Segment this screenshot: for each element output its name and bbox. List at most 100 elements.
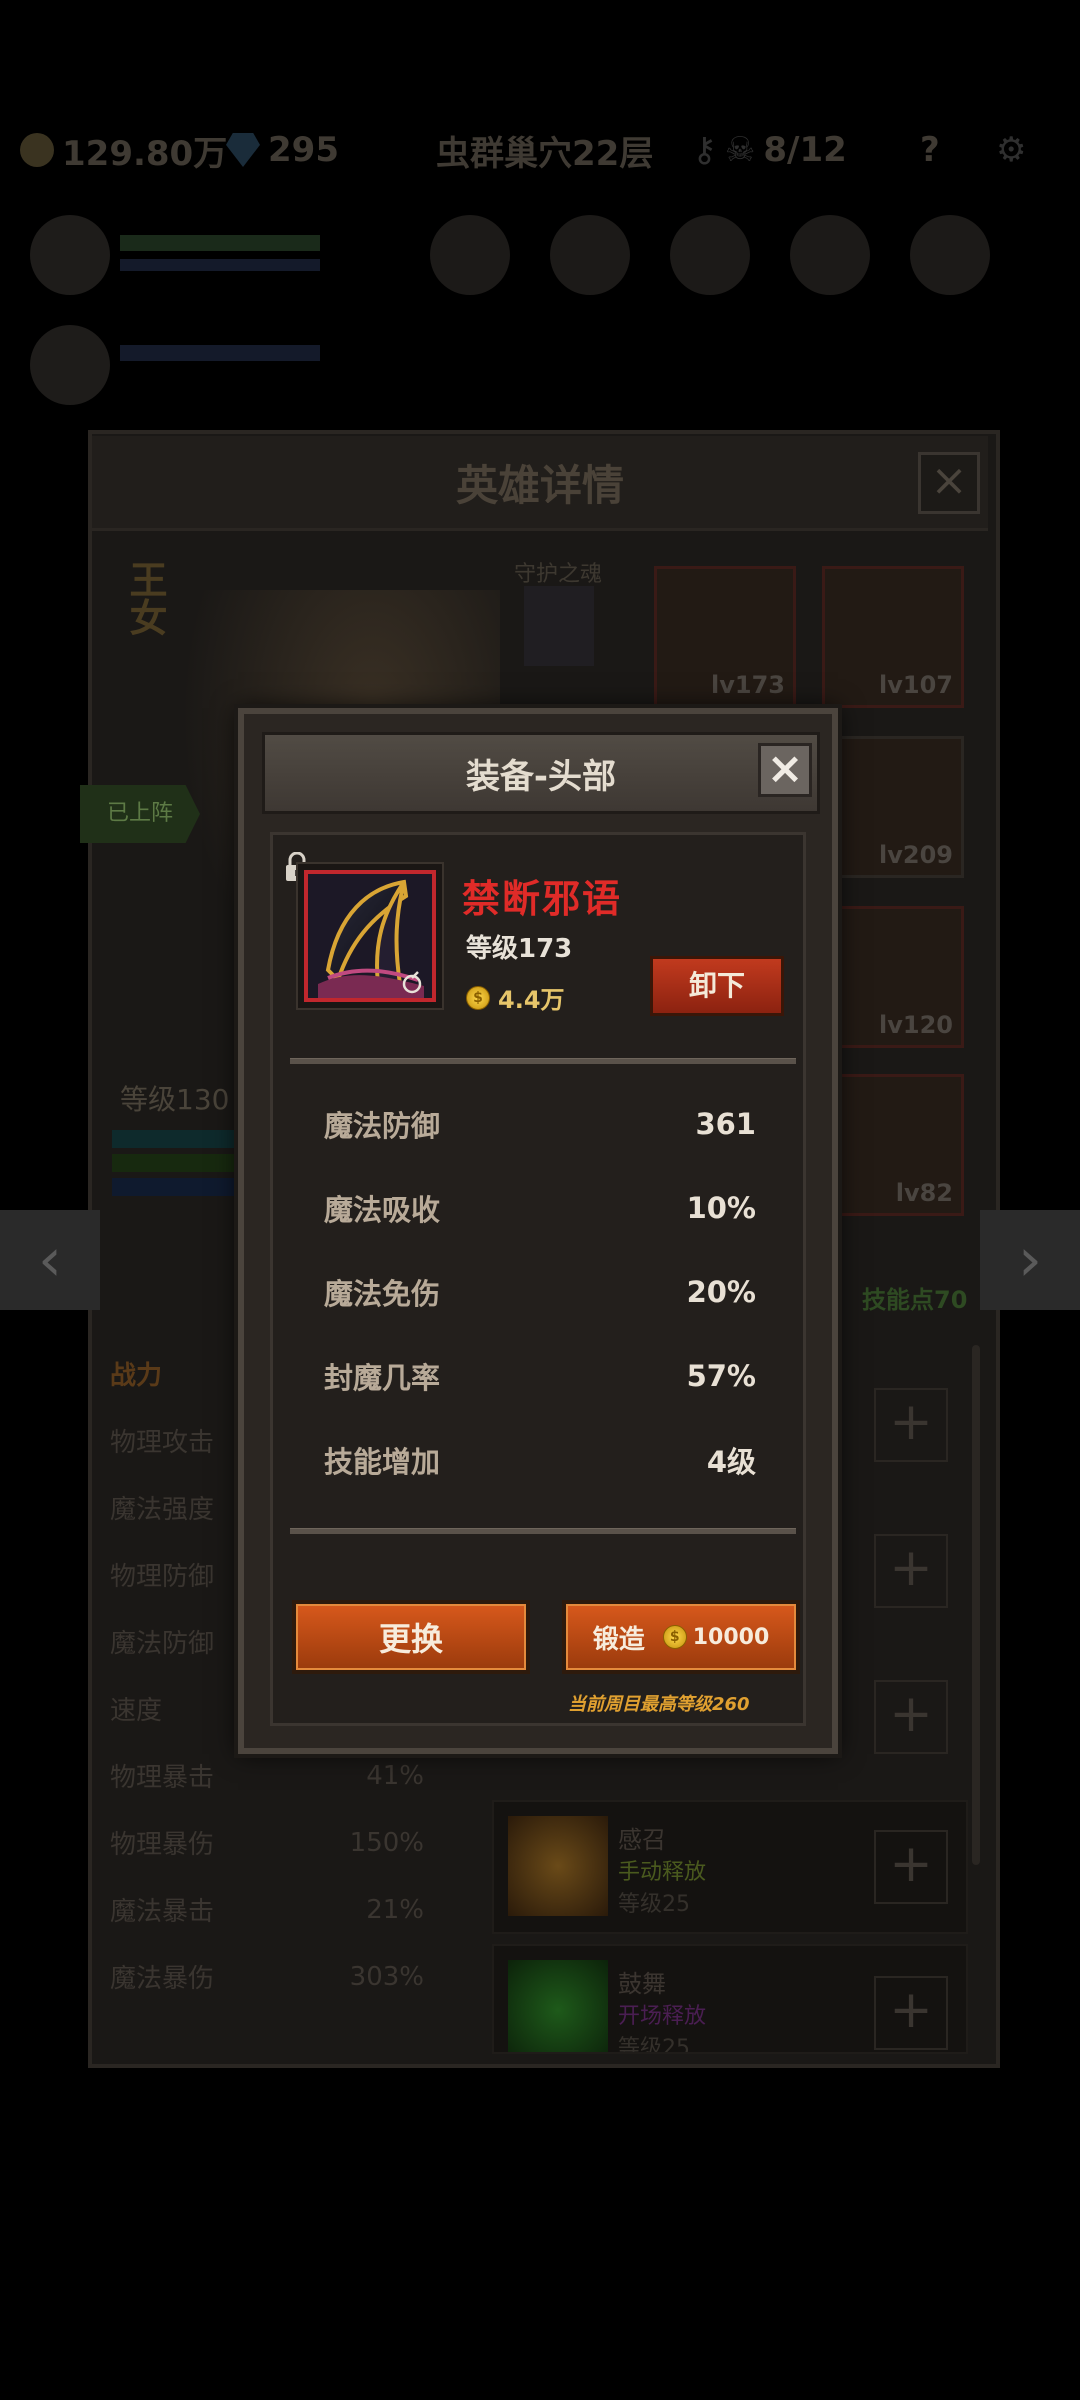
enemy-portrait[interactable] [430, 215, 510, 295]
stat-label: 物理防御 [110, 1562, 215, 1592]
inspire-skill-icon [508, 1960, 608, 2052]
gold-counter: 129.80万 [20, 126, 227, 175]
item-price: $ 4.4万 [466, 980, 565, 1015]
stat-value: 4级 [706, 1445, 756, 1479]
party-row [30, 215, 1070, 435]
enemy-portrait[interactable] [550, 215, 630, 295]
forge-label: 锻造 [592, 1624, 645, 1655]
summon-skill-icon [508, 1816, 608, 1916]
item-stat-row: 魔法免伤 20% [324, 1272, 756, 1312]
equip-level: lv173 [711, 671, 785, 699]
close-icon: × [766, 743, 804, 794]
stat-label: 物理暴击 [110, 1763, 215, 1793]
swap-button[interactable]: 更换 [292, 1600, 530, 1674]
item-stat-row: 技能增加 4级 [324, 1440, 756, 1480]
skill-points: 技能点70 [862, 1286, 968, 1314]
stat-value: 361 [695, 1107, 756, 1141]
equip-slot-body[interactable]: lv209 [822, 736, 964, 878]
skill-level: 等级25 [618, 1892, 690, 1917]
bar-green [112, 1154, 242, 1172]
skill-upgrade-button[interactable]: + [874, 1830, 948, 1904]
stat-label: 封魔几率 [324, 1361, 441, 1395]
divider-bottom [290, 1528, 796, 1534]
guardian-soul-label: 守护之魂 [514, 562, 603, 587]
max-level-note: 当前周目最高等级260 [568, 1694, 750, 1715]
guardian-soul-icon[interactable] [524, 586, 594, 666]
hood-icon [304, 870, 436, 1002]
bar-cyan [112, 1130, 242, 1148]
stat-label: 魔法强度 [110, 1495, 215, 1525]
skill-level: 等级25 [618, 2036, 690, 2054]
stat-value: 57% [686, 1359, 756, 1393]
item-level: 等级173 [466, 934, 573, 964]
stat-value: 303% [349, 1961, 424, 1992]
stat-value: 150% [349, 1827, 424, 1858]
stat-value: 20% [686, 1275, 756, 1309]
equip-slot-head[interactable]: lv173 [654, 566, 796, 708]
key-icon: ⚷ [692, 130, 717, 170]
help-button[interactable]: ? [920, 130, 940, 170]
modal-title: 装备-头部 [262, 732, 820, 814]
item-stat-row: 魔法防御 361 [324, 1104, 756, 1144]
equip-slot-accessory[interactable]: lv107 [822, 566, 964, 708]
hero-portrait[interactable] [30, 325, 110, 405]
skill-upgrade-button[interactable]: + [874, 1976, 948, 2050]
stat-label: 速度 [110, 1696, 163, 1726]
hero-mp-bar [120, 259, 320, 271]
stat-label: 魔法吸收 [324, 1193, 441, 1227]
deployed-badge: 已上阵 [80, 785, 200, 843]
hero-hp-bar [120, 235, 320, 251]
stats-header-label: 战力 [110, 1361, 163, 1391]
resource-bar: 129.80万 295 虫群巢穴22层 ⚷ ☠ 8/12 ? ⚙ [0, 115, 1080, 185]
location-label[interactable]: 虫群巢穴22层 [436, 126, 653, 175]
hero-detail-title: 英雄详情 [92, 436, 988, 531]
forge-cost-value: 10000 [692, 1624, 770, 1650]
skill-mode: 手动释放 [618, 1860, 707, 1885]
hero-detail-close-button[interactable]: × [918, 452, 980, 514]
stat-value: 41% [366, 1760, 424, 1791]
gem-amount: 295 [268, 130, 339, 170]
gold-amount: 129.80万 [62, 133, 228, 174]
enemy-portrait[interactable] [670, 215, 750, 295]
gold-coin-icon [20, 133, 54, 167]
key-counter: ⚷ ☠ 8/12 [692, 130, 847, 170]
stat-label: 物理暴伤 [110, 1830, 215, 1860]
stat-label: 魔法防御 [110, 1629, 215, 1659]
modal-close-button[interactable]: × [758, 743, 812, 797]
enemy-portrait[interactable] [910, 215, 990, 295]
gem-counter: 295 [226, 130, 339, 170]
unequip-button[interactable]: 卸下 [650, 956, 784, 1016]
skill-upgrade-button[interactable]: + [874, 1388, 948, 1462]
skill-name: 鼓舞 [618, 1970, 666, 1998]
item-icon-frame[interactable] [296, 862, 444, 1010]
skill-upgrade-button[interactable]: + [874, 1534, 948, 1608]
equip-slot-ring[interactable]: lv120 [822, 906, 964, 1048]
stat-label: 魔法暴伤 [110, 1964, 215, 1994]
next-hero-button[interactable]: › [980, 1210, 1080, 1310]
gear-icon: ⚙ [996, 130, 1027, 170]
stat-label: 物理攻击 [110, 1428, 215, 1458]
forge-button[interactable]: 锻造 $ 10000 [562, 1600, 800, 1674]
skill-upgrade-button[interactable]: + [874, 1680, 948, 1754]
swap-label: 更换 [378, 1620, 443, 1658]
stat-row: 物理暴伤 150% [92, 1809, 442, 1876]
skill-mode: 开场释放 [618, 2004, 707, 2029]
help-icon: ? [920, 130, 940, 170]
settings-button[interactable]: ⚙ [996, 130, 1026, 170]
equip-level: lv82 [895, 1179, 953, 1207]
skull-icon: ☠ [724, 130, 756, 170]
stat-value: 21% [366, 1894, 424, 1925]
item-name: 禁断邪语 [462, 877, 623, 921]
gold-coin-icon: $ [466, 985, 490, 1010]
enemy-portrait[interactable] [790, 215, 870, 295]
stat-value: 10% [686, 1191, 756, 1225]
skill-name: 感召 [618, 1826, 666, 1854]
stat-label: 技能增加 [324, 1445, 441, 1479]
diamond-icon [226, 133, 260, 167]
skill-list-scrollbar[interactable] [972, 1345, 980, 1865]
stat-label: 魔法暴击 [110, 1897, 215, 1927]
prev-hero-button[interactable]: ‹ [0, 1210, 100, 1310]
hero-portrait[interactable] [30, 215, 110, 295]
equip-slot-shield[interactable]: lv82 [822, 1074, 964, 1216]
divider-top [290, 1058, 796, 1064]
